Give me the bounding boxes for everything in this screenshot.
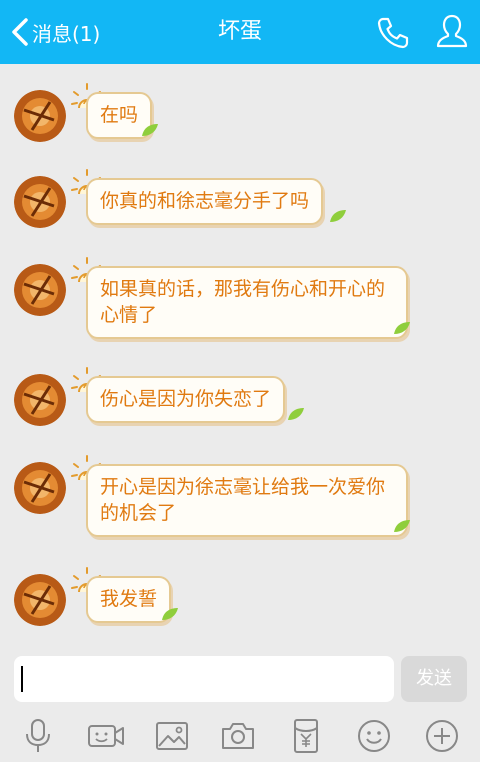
profile-icon — [436, 14, 468, 48]
leaf-decoration-icon — [288, 408, 304, 420]
more-button[interactable] — [422, 716, 462, 756]
message-text: 我发誓 — [100, 588, 158, 610]
back-button[interactable]: 消息(1) — [10, 14, 100, 50]
message-text: 伤心是因为你失恋了 — [100, 388, 272, 410]
chat-header: 消息(1) 坏蛋 — [0, 0, 480, 64]
message-bubble[interactable]: 如果真的话，那我有伤心和开心的心情了 — [86, 266, 408, 339]
phone-call-button[interactable] — [374, 14, 412, 52]
message-text: 在吗 — [100, 104, 139, 126]
leaf-decoration-icon — [394, 322, 410, 334]
leaf-decoration-icon — [142, 124, 158, 136]
contact-avatar[interactable] — [14, 264, 66, 316]
contact-avatar[interactable] — [14, 90, 66, 142]
plus-icon — [426, 720, 458, 752]
contact-avatar[interactable] — [14, 574, 66, 626]
profile-button[interactable] — [432, 12, 472, 52]
avatar-image — [14, 90, 66, 142]
message-text: 你真的和徐志毫分手了吗 — [100, 190, 310, 212]
leaf-decoration-icon — [394, 520, 410, 532]
message-input-bar: 发送 — [0, 644, 480, 710]
avatar-image — [14, 462, 66, 514]
input-toolbar — [0, 710, 480, 762]
image-icon — [156, 722, 188, 750]
leaf-decoration-icon — [162, 608, 178, 620]
voice-button[interactable] — [18, 716, 58, 756]
contact-avatar[interactable] — [14, 176, 66, 228]
avatar-image — [14, 264, 66, 316]
message-input[interactable] — [14, 656, 394, 702]
message-text: 如果真的话，那我有伤心和开心的心情了 — [100, 278, 386, 326]
emoji-icon — [358, 720, 390, 752]
message-list[interactable]: 在吗 你真的和徐志毫分手了吗 如果真的话，那我有伤心和开心的心情了 伤心是因为你… — [0, 64, 480, 644]
text-cursor — [21, 666, 23, 692]
camera-button[interactable] — [218, 716, 258, 756]
gallery-button[interactable] — [152, 716, 192, 756]
camera-icon — [222, 723, 254, 749]
message-bubble[interactable]: 你真的和徐志毫分手了吗 — [86, 178, 324, 225]
message-bubble[interactable]: 我发誓 — [86, 576, 172, 623]
red-packet-icon — [294, 719, 318, 753]
chevron-left-icon — [12, 18, 28, 46]
avatar-image — [14, 574, 66, 626]
phone-icon — [377, 17, 409, 49]
emoji-button[interactable] — [354, 716, 394, 756]
message-text: 开心是因为徐志毫让给我一次爱你的机会了 — [100, 476, 386, 524]
contact-avatar[interactable] — [14, 374, 66, 426]
video-button[interactable] — [86, 716, 126, 756]
send-button[interactable]: 发送 — [401, 656, 467, 702]
message-bubble[interactable]: 伤心是因为你失恋了 — [86, 376, 286, 423]
avatar-image — [14, 374, 66, 426]
message-bubble[interactable]: 开心是因为徐志毫让给我一次爱你的机会了 — [86, 464, 408, 537]
contact-avatar[interactable] — [14, 462, 66, 514]
microphone-icon — [26, 719, 50, 752]
leaf-decoration-icon — [330, 210, 346, 222]
red-packet-button[interactable] — [286, 716, 326, 756]
video-icon — [88, 725, 124, 747]
back-label: 消息(1) — [32, 21, 101, 46]
avatar-image — [14, 176, 66, 228]
